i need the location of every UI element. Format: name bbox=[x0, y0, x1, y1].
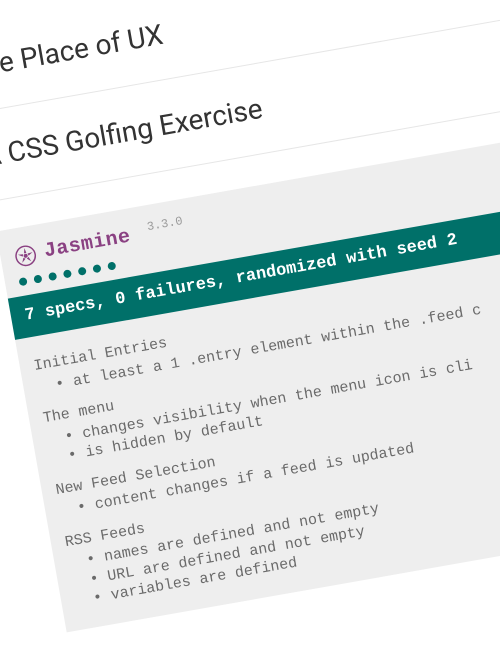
article-title: The Place of UX bbox=[0, 18, 166, 85]
jasmine-brand: Jasmine bbox=[42, 225, 133, 266]
jasmine-logo-icon bbox=[13, 243, 38, 268]
spec-dot[interactable] bbox=[33, 274, 42, 283]
article-title: A CSS Golfing Exercise bbox=[0, 92, 265, 174]
jasmine-version: 3.3.0 bbox=[146, 214, 184, 236]
spec-dot[interactable] bbox=[18, 277, 27, 286]
spec-dot[interactable] bbox=[78, 267, 87, 276]
spec-dot[interactable] bbox=[92, 264, 101, 273]
spec-dot[interactable] bbox=[63, 269, 72, 278]
spec-dot[interactable] bbox=[48, 272, 57, 281]
spec-dot[interactable] bbox=[107, 261, 116, 270]
jasmine-panel: Jasmine 3.3.0 7 specs, 0 failures, rando… bbox=[0, 120, 500, 632]
